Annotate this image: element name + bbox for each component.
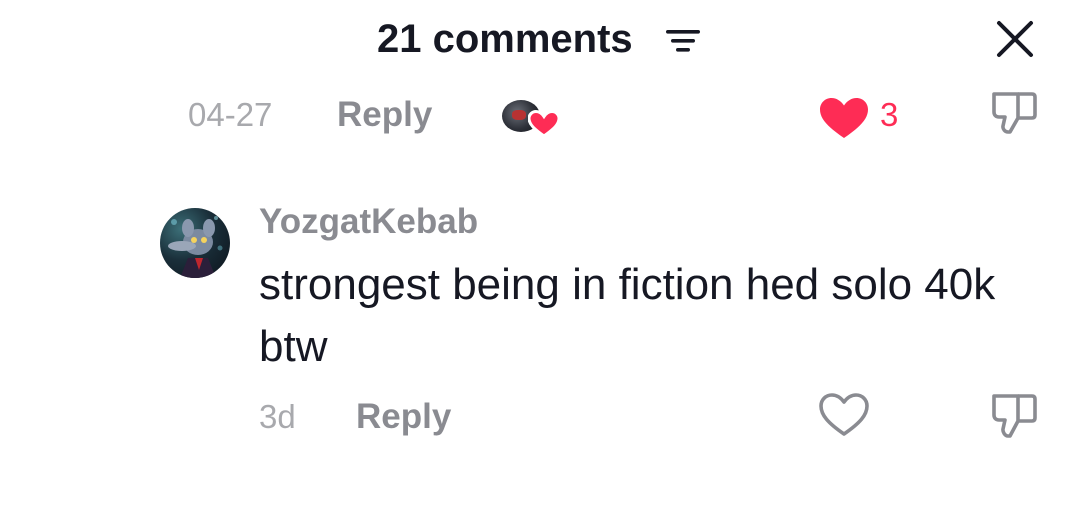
- dislike-icon[interactable]: [988, 90, 1040, 134]
- heart-filled-icon[interactable]: [818, 96, 870, 140]
- sort-lines-icon[interactable]: [664, 28, 702, 54]
- close-icon[interactable]: [994, 18, 1036, 60]
- like-count: 3: [880, 96, 899, 133]
- avatar-image: [168, 216, 223, 278]
- comment-username[interactable]: YozgatKebab: [259, 198, 478, 246]
- heart-badge-icon: [528, 110, 560, 138]
- reply-button[interactable]: Reply: [337, 90, 432, 140]
- reply-button[interactable]: Reply: [356, 392, 451, 442]
- comment-text: strongest being in fiction hed solo 40k …: [259, 260, 996, 371]
- comment-item: YozgatKebab strongest being in fiction h…: [0, 190, 1080, 450]
- reply-date: 04-27: [188, 96, 273, 133]
- avatar[interactable]: [160, 208, 230, 278]
- comment-time: 3d: [259, 398, 296, 435]
- liked-by-creator-badge: [500, 98, 560, 138]
- heart-outline-icon[interactable]: [818, 392, 870, 438]
- comments-count-title: 21 comments: [377, 17, 633, 61]
- comments-header: 21 comments: [0, 0, 1080, 80]
- previous-reply-actions: 04-27 Reply 3: [0, 90, 1080, 142]
- dislike-icon[interactable]: [988, 392, 1040, 440]
